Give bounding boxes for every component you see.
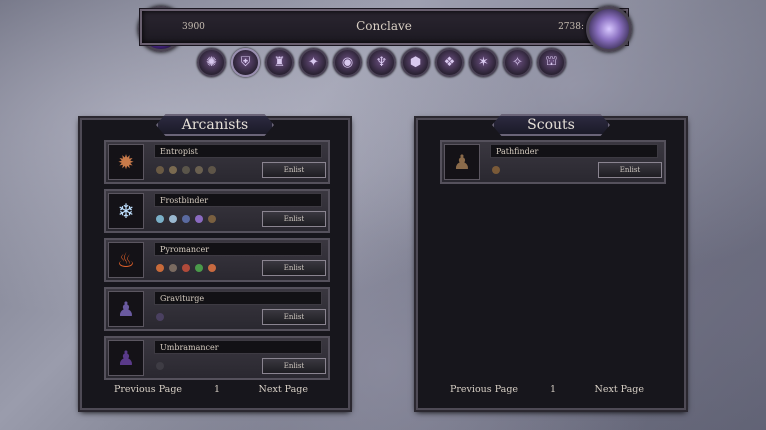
eye-faction-icon[interactable]: ◉ [333, 48, 362, 77]
resource-gem-icon [195, 264, 203, 272]
resource-gem-icon [169, 215, 177, 223]
unit-cost-gems [492, 166, 500, 174]
resource-gem-icon [182, 166, 190, 174]
unit-card[interactable]: ✹ Entropist Enlist [104, 140, 330, 184]
beast-faction-icon[interactable]: ✺ [197, 48, 226, 77]
scouts-pager: Previous Page 1 Next Page [418, 384, 684, 398]
next-page-button[interactable]: Next Page [595, 384, 644, 395]
resource-gem-icon [156, 313, 164, 321]
unit-card[interactable]: ♟ Graviturge Enlist [104, 287, 330, 331]
influence-orb-icon [586, 6, 632, 52]
resource-gem-icon [156, 215, 164, 223]
next-page-button[interactable]: Next Page [259, 384, 308, 395]
unit-card[interactable]: ♟ Umbramancer Enlist [104, 336, 330, 380]
enlist-button[interactable]: Enlist [598, 162, 662, 178]
previous-page-button[interactable]: Previous Page [450, 384, 518, 395]
helm-faction-icon[interactable]: ⛨ [231, 48, 260, 77]
unit-card[interactable]: ❄ Frostbinder Enlist [104, 189, 330, 233]
resource-gem-icon [492, 166, 500, 174]
panel-title-scouts: Scouts [492, 114, 610, 136]
unit-name: Umbramancer [154, 340, 322, 354]
rune-faction-icon[interactable]: ✦ [299, 48, 328, 77]
unit-name: Graviturge [154, 291, 322, 305]
resource-gem-icon [195, 215, 203, 223]
page-number: 1 [550, 384, 557, 395]
hooded-faction-icon[interactable]: ♜ [265, 48, 294, 77]
faction-icon-row: ✺ ⛨ ♜ ✦ ◉ ♆ ⬢ ❖ ✶ ✧ ⛫ [197, 48, 566, 77]
resource-right-value: 2738: [558, 22, 584, 32]
arcanists-pager: Previous Page 1 Next Page [82, 384, 348, 398]
unit-name: Frostbinder [154, 193, 322, 207]
unit-portrait: ✹ [108, 144, 144, 180]
scouts-panel: Scouts ♟ Pathfinder Enlist Previous Page 1… [416, 114, 686, 410]
resource-gem-icon [208, 215, 216, 223]
unit-cost-gems [156, 166, 216, 174]
unit-portrait: ♟ [444, 144, 480, 180]
unit-portrait: ♨ [108, 242, 144, 278]
resource-gem-icon [169, 264, 177, 272]
arcanists-unit-list: ✹ Entropist Enlist ❄ Frostbinder Enlist ♨ Pyrom… [104, 140, 330, 385]
unit-cost-gems [156, 215, 216, 223]
enlist-button[interactable]: Enlist [262, 309, 326, 325]
enlist-button[interactable]: Enlist [262, 260, 326, 276]
top-resource-bar: 3900 Conclave 2738: [140, 9, 628, 45]
unit-name: Pathfinder [490, 144, 658, 158]
compass-faction-icon[interactable]: ✧ [503, 48, 532, 77]
star-faction-icon[interactable]: ✶ [469, 48, 498, 77]
resource-gem-icon [208, 166, 216, 174]
spire-faction-icon[interactable]: ♆ [367, 48, 396, 77]
resource-gem-icon [156, 362, 164, 370]
shield-faction-icon[interactable]: ⬢ [401, 48, 430, 77]
unit-portrait: ❄ [108, 193, 144, 229]
unit-portrait: ♟ [108, 291, 144, 327]
resource-gem-icon [195, 166, 203, 174]
scroll-faction-icon[interactable]: ❖ [435, 48, 464, 77]
unit-cost-gems [156, 362, 164, 370]
enlist-button[interactable]: Enlist [262, 358, 326, 374]
unit-card[interactable]: ♨ Pyromancer Enlist [104, 238, 330, 282]
enlist-button[interactable]: Enlist [262, 211, 326, 227]
unit-name: Entropist [154, 144, 322, 158]
resource-gem-icon [156, 264, 164, 272]
previous-page-button[interactable]: Previous Page [114, 384, 182, 395]
scouts-unit-list: ♟ Pathfinder Enlist [440, 140, 666, 189]
resource-gem-icon [169, 166, 177, 174]
enlist-button[interactable]: Enlist [262, 162, 326, 178]
page-number: 1 [214, 384, 221, 395]
page-title: Conclave [356, 19, 412, 33]
resource-gem-icon [156, 166, 164, 174]
unit-name: Pyromancer [154, 242, 322, 256]
gate-faction-icon[interactable]: ⛫ [537, 48, 566, 77]
resource-gem-icon [182, 215, 190, 223]
resource-gem-icon [182, 264, 190, 272]
arcanists-panel: Arcanists ✹ Entropist Enlist ❄ Frostbinder En… [80, 114, 350, 410]
unit-cost-gems [156, 313, 164, 321]
panel-title-arcanists: Arcanists [156, 114, 274, 136]
unit-cost-gems [156, 264, 216, 272]
unit-portrait: ♟ [108, 340, 144, 376]
unit-card[interactable]: ♟ Pathfinder Enlist [440, 140, 666, 184]
resource-gem-icon [208, 264, 216, 272]
